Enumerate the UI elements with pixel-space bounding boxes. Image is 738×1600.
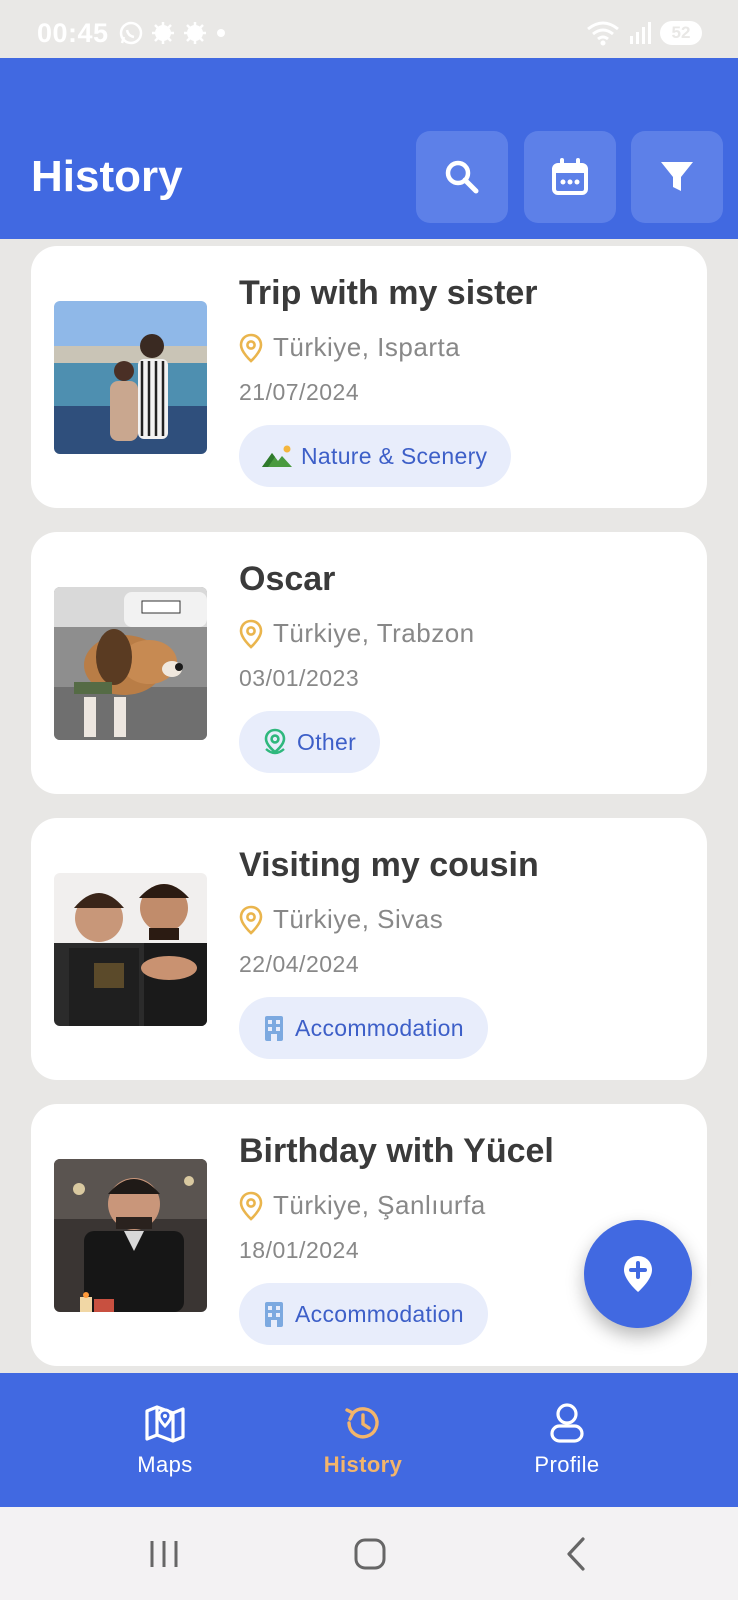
location-pin-icon xyxy=(239,333,263,363)
bottom-navigation: Maps History Profile xyxy=(0,1373,738,1507)
location-pin-icon xyxy=(239,619,263,649)
history-icon xyxy=(345,1407,379,1439)
battery-indicator: 52 xyxy=(660,21,702,45)
back-button[interactable] xyxy=(546,1531,606,1577)
entry-photo xyxy=(54,587,207,740)
entry-date: 03/01/2023 xyxy=(239,665,360,691)
mountain-icon xyxy=(262,445,292,467)
map-icon xyxy=(145,1405,185,1443)
entry-title: Oscar xyxy=(239,560,336,598)
recent-apps-button[interactable] xyxy=(134,1531,194,1577)
whatsapp-icon xyxy=(119,21,143,45)
settings-badge-icon xyxy=(184,22,206,44)
entry-location-text: Türkiye, Trabzon xyxy=(273,618,475,648)
entry-location: Türkiye, Isparta xyxy=(239,332,460,363)
category-label: Other xyxy=(297,728,357,755)
profile-icon xyxy=(550,1403,584,1443)
home-icon xyxy=(354,1538,386,1570)
category-label: Nature & Scenery xyxy=(301,442,488,469)
entry-date: 21/07/2024 xyxy=(239,379,360,405)
building-icon xyxy=(265,1302,283,1327)
add-location-icon xyxy=(624,1256,652,1292)
filter-button[interactable] xyxy=(631,131,723,223)
dot-icon xyxy=(217,29,225,37)
building-icon xyxy=(265,1016,283,1041)
entry-title: Visiting my cousin xyxy=(239,846,539,884)
entry-title: Trip with my sister xyxy=(239,274,538,312)
entry-photo xyxy=(54,873,207,1026)
entry-location-text: Türkiye, Sivas xyxy=(273,904,444,934)
entry-photo xyxy=(54,1159,207,1312)
entry-location: Türkiye, Sivas xyxy=(239,904,443,935)
location-pin-icon xyxy=(239,905,263,935)
entry-title: Birthday with Yücel xyxy=(239,1132,554,1170)
nav-label-profile: Profile xyxy=(534,1452,600,1477)
calendar-button[interactable] xyxy=(524,131,616,223)
nav-history[interactable]: History xyxy=(283,1373,443,1507)
history-card[interactable]: Oscar Türkiye, Trabzon 03/01/2023 Other xyxy=(31,532,707,794)
settings-badge-icon xyxy=(152,22,174,44)
history-card[interactable]: Visiting my cousin Türkiye, Sivas 22/04/… xyxy=(31,818,707,1080)
entry-photo xyxy=(54,301,207,454)
calendar-icon xyxy=(552,158,588,195)
back-icon xyxy=(567,1537,585,1571)
page-title: History xyxy=(31,152,183,201)
entry-location-text: Türkiye, Isparta xyxy=(273,332,461,362)
search-button[interactable] xyxy=(416,131,508,223)
notification-icons xyxy=(118,20,228,46)
nav-label-maps: Maps xyxy=(137,1452,193,1477)
entry-date: 22/04/2024 xyxy=(239,951,360,977)
system-navigation-bar xyxy=(0,1507,738,1600)
category-chip[interactable]: Accommodation xyxy=(239,1283,488,1345)
wifi-icon xyxy=(587,21,619,46)
history-card[interactable]: Trip with my sister Türkiye, Isparta 21/… xyxy=(31,246,707,508)
add-location-button[interactable] xyxy=(584,1220,692,1328)
filter-icon xyxy=(661,162,693,191)
category-label: Accommodation xyxy=(295,1300,464,1327)
signal-icon xyxy=(630,22,651,44)
entry-date: 18/01/2024 xyxy=(239,1237,360,1263)
status-time: 00:45 xyxy=(37,18,109,48)
home-button[interactable] xyxy=(340,1531,400,1577)
entry-location-text: Türkiye, Şanlıurfa xyxy=(273,1190,486,1220)
nav-maps[interactable]: Maps xyxy=(85,1373,245,1507)
nav-profile[interactable]: Profile xyxy=(487,1373,647,1507)
status-bar: 00:45 52 xyxy=(0,0,738,58)
category-chip[interactable]: Nature & Scenery xyxy=(239,425,512,487)
category-chip[interactable]: Accommodation xyxy=(239,997,488,1059)
search-icon xyxy=(445,160,479,194)
system-icons: 52 xyxy=(586,20,702,46)
category-chip[interactable]: Other xyxy=(239,711,381,773)
recent-apps-icon xyxy=(150,1541,178,1567)
nav-label-history: History xyxy=(323,1452,403,1477)
map-pin-icon xyxy=(264,728,286,755)
app-header: History xyxy=(0,58,738,239)
category-label: Accommodation xyxy=(295,1014,464,1041)
entry-location: Türkiye, Şanlıurfa xyxy=(239,1190,486,1221)
location-pin-icon xyxy=(239,1191,263,1221)
entry-location: Türkiye, Trabzon xyxy=(239,618,475,649)
